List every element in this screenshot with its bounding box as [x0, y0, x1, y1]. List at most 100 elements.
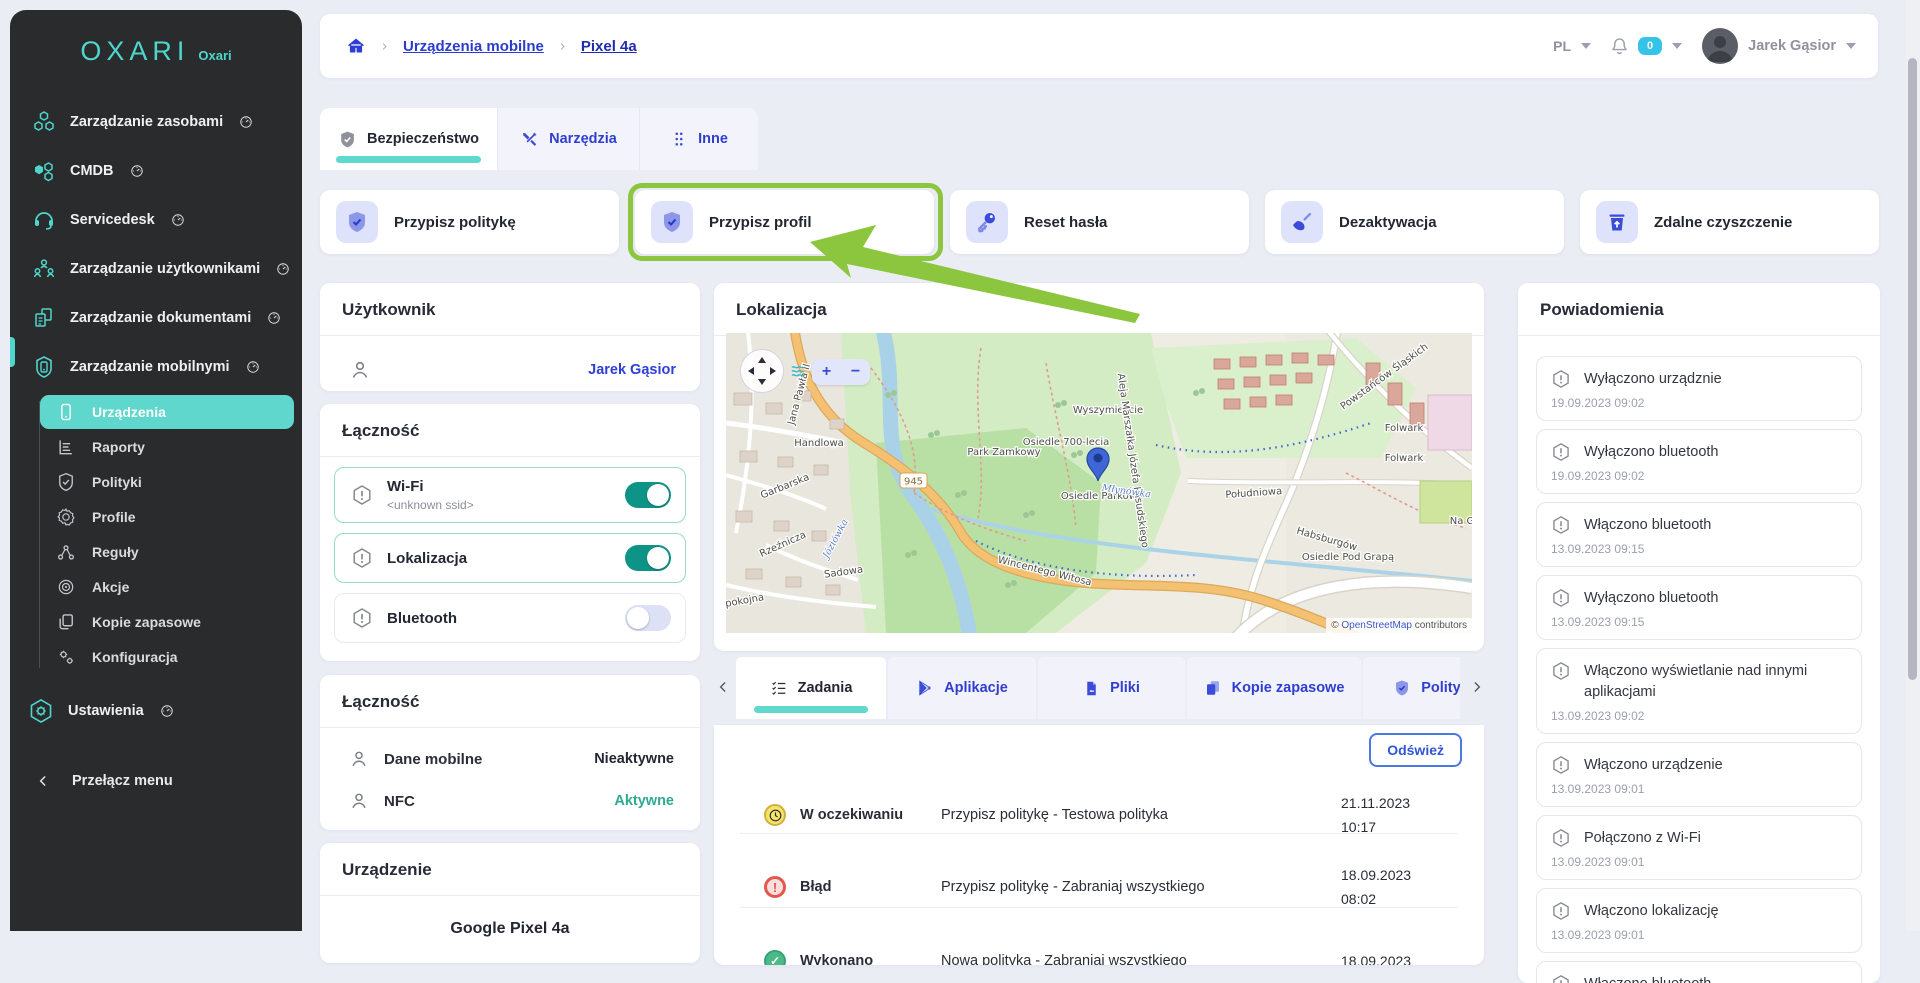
attribution-text: contributors: [1415, 620, 1467, 631]
deactivate-button[interactable]: Dezaktywacja: [1265, 190, 1564, 254]
sidebar-subitem-backups[interactable]: Kopie zapasowe: [10, 604, 302, 639]
wifi-label: Wi-Fi: [387, 478, 474, 495]
breadcrumb-current[interactable]: Pixel 4a: [581, 38, 637, 55]
map-pan-control[interactable]: [740, 349, 784, 393]
notification-item[interactable]: Włączono bluetooth: [1536, 961, 1862, 983]
location-row[interactable]: Lokalizacja: [334, 533, 686, 583]
task-row[interactable]: ! Błąd Przypisz politykę - Zabraniaj wsz…: [740, 851, 1458, 923]
headset-icon: [32, 208, 56, 232]
map-label: Osiedle 700-lecia: [1023, 437, 1110, 448]
sidebar: OXARI Oxari Zarządzanie zasobami CMDB Se…: [10, 10, 302, 931]
wifi-row[interactable]: Wi-Fi <unknown ssid>: [334, 467, 686, 523]
sidebar-subitem-policies[interactable]: Polityki: [10, 464, 302, 499]
chevron-down-icon[interactable]: [1672, 43, 1682, 49]
user-name-link[interactable]: Jarek Gąsior: [588, 362, 676, 378]
pending-clock-icon: [764, 804, 786, 826]
sidebar-item-asset-management[interactable]: Zarządzanie zasobami: [10, 97, 302, 146]
hexagon-alert-icon: [351, 484, 373, 506]
task-row[interactable]: W oczekiwaniu Przypisz politykę - Testow…: [740, 779, 1458, 851]
shield-phone-icon: [32, 355, 56, 379]
tab-files[interactable]: Pliki: [1038, 657, 1185, 719]
hexagon-alert-icon: [1551, 588, 1571, 608]
sidebar-subitem-configuration[interactable]: Konfiguracja: [10, 639, 302, 674]
notifications-menu[interactable]: 0: [1609, 36, 1662, 57]
tab-backups[interactable]: Kopie zapasowe: [1187, 657, 1361, 719]
sidebar-item-servicedesk[interactable]: Servicedesk: [10, 195, 302, 244]
tab-tools[interactable]: Narzędzia: [498, 108, 640, 170]
page-scrollbar-thumb[interactable]: [1908, 58, 1917, 680]
language-selector[interactable]: PL: [1553, 38, 1571, 54]
pan-arrows-icon: [741, 350, 783, 392]
notification-item[interactable]: Połączono z Wi-Fi 13.09.2023 09:01: [1536, 815, 1862, 880]
task-row[interactable]: ✓ Wykonano Nowa polityka - Zabraniaj wsz…: [740, 925, 1458, 965]
hexagon-alert-icon: [1551, 828, 1571, 848]
brand-logo[interactable]: OXARI Oxari: [10, 10, 302, 67]
sidebar-collapse-toggle[interactable]: Przełącz menu: [10, 758, 302, 804]
mobile-data-row: Dane mobilne Nieaktywne: [348, 748, 674, 770]
home-icon[interactable]: [346, 36, 366, 56]
chevron-down-icon[interactable]: [1581, 43, 1591, 49]
tab-other[interactable]: Inne: [640, 108, 758, 170]
osm-link[interactable]: OpenStreetMap: [1341, 620, 1412, 631]
notification-item[interactable]: Wyłączono bluetooth 19.09.2023 09:02: [1536, 429, 1862, 494]
tabs-scroll-left-icon[interactable]: [716, 679, 730, 695]
sidebar-subitem-actions[interactable]: Akcje: [10, 569, 302, 604]
sidebar-subitem-rules[interactable]: Reguły: [10, 534, 302, 569]
sidebar-subitem-profiles[interactable]: Profile: [10, 499, 302, 534]
sidebar-item-mobile-management[interactable]: Zarządzanie mobilnymi: [10, 342, 302, 391]
bluetooth-row[interactable]: Bluetooth: [334, 593, 686, 643]
sidebar-subitem-label: Raporty: [92, 439, 145, 455]
sidebar-item-cmdb[interactable]: CMDB: [10, 146, 302, 195]
nfc-status: Aktywne: [614, 793, 674, 809]
notification-item[interactable]: Wyłączono bluetooth 13.09.2023 09:15: [1536, 575, 1862, 640]
active-tab-underline: [754, 706, 868, 713]
breadcrumb-parent-link[interactable]: Urządzenia mobilne: [403, 38, 544, 55]
sidebar-subitem-reports[interactable]: Raporty: [10, 429, 302, 464]
map-layers-button[interactable]: [790, 362, 806, 383]
reset-password-button[interactable]: Reset hasła: [950, 190, 1249, 254]
tab-apps[interactable]: Aplikacje: [888, 657, 1036, 719]
action-label: Przypisz politykę: [394, 214, 516, 231]
notification-item[interactable]: Wyłączono urządznie 19.09.2023 09:02: [1536, 356, 1862, 421]
tab-policies[interactable]: Polityki: [1363, 657, 1460, 719]
chevron-left-icon: [36, 774, 50, 788]
notification-item[interactable]: Włączono lokalizację 13.09.2023 09:01: [1536, 888, 1862, 953]
task-status: W oczekiwaniu: [800, 807, 903, 823]
assign-policy-button[interactable]: Przypisz politykę: [320, 190, 619, 254]
tabs-scroll-right-icon[interactable]: [1470, 679, 1484, 695]
remote-wipe-button[interactable]: Zdalne czyszczenie: [1580, 190, 1879, 254]
avatar[interactable]: [1702, 28, 1738, 64]
sidebar-item-settings[interactable]: Ustawienia: [10, 686, 302, 736]
notification-item[interactable]: Włączono urządzenie 13.09.2023 09:01: [1536, 742, 1862, 807]
bluetooth-toggle[interactable]: [625, 605, 671, 631]
location-toggle[interactable]: [625, 545, 671, 571]
gauge-icon: [276, 262, 290, 276]
tab-tasks[interactable]: Zadania: [736, 657, 886, 719]
report-icon: [56, 437, 76, 457]
chevron-down-icon[interactable]: [1846, 43, 1856, 49]
tab-security[interactable]: Bezpieczeństwo: [320, 108, 498, 170]
user-row: Jarek Gąsior: [348, 358, 676, 382]
assign-profile-button[interactable]: Przypisz profil: [635, 190, 934, 254]
refresh-button[interactable]: Odśwież: [1369, 733, 1462, 767]
device-card: Urządzenie Google Pixel 4a: [320, 843, 700, 963]
nfc-label: NFC: [384, 793, 415, 810]
route-badge: 945: [900, 473, 927, 488]
shield-check-icon: [651, 201, 693, 243]
hexagon-alert-icon: [351, 547, 373, 569]
wifi-toggle[interactable]: [625, 482, 671, 508]
bell-icon: [1609, 36, 1630, 57]
notification-title: Wyłączono bluetooth: [1584, 588, 1718, 609]
user-menu[interactable]: Jarek Gąsior: [1748, 38, 1836, 54]
zoom-in-button[interactable]: +: [812, 359, 841, 385]
task-datetime: 18.09.2023: [1341, 949, 1458, 965]
action-label: Przypisz profil: [709, 214, 812, 231]
sidebar-subitem-devices[interactable]: Urządzenia: [40, 395, 294, 429]
hexagon-alert-icon: [1551, 442, 1571, 462]
notification-item[interactable]: Włączono bluetooth 13.09.2023 09:15: [1536, 502, 1862, 567]
map[interactable]: 945 Wyszymieście Park Zamkowy Osiedle 70…: [726, 333, 1472, 633]
sidebar-item-user-management[interactable]: Zarządzanie użytkownikami: [10, 244, 302, 293]
notification-item[interactable]: Włączono wyświetlanie nad innymi aplikac…: [1536, 648, 1862, 734]
zoom-out-button[interactable]: −: [841, 359, 870, 385]
sidebar-item-document-management[interactable]: Zarządzanie dokumentami: [10, 293, 302, 342]
